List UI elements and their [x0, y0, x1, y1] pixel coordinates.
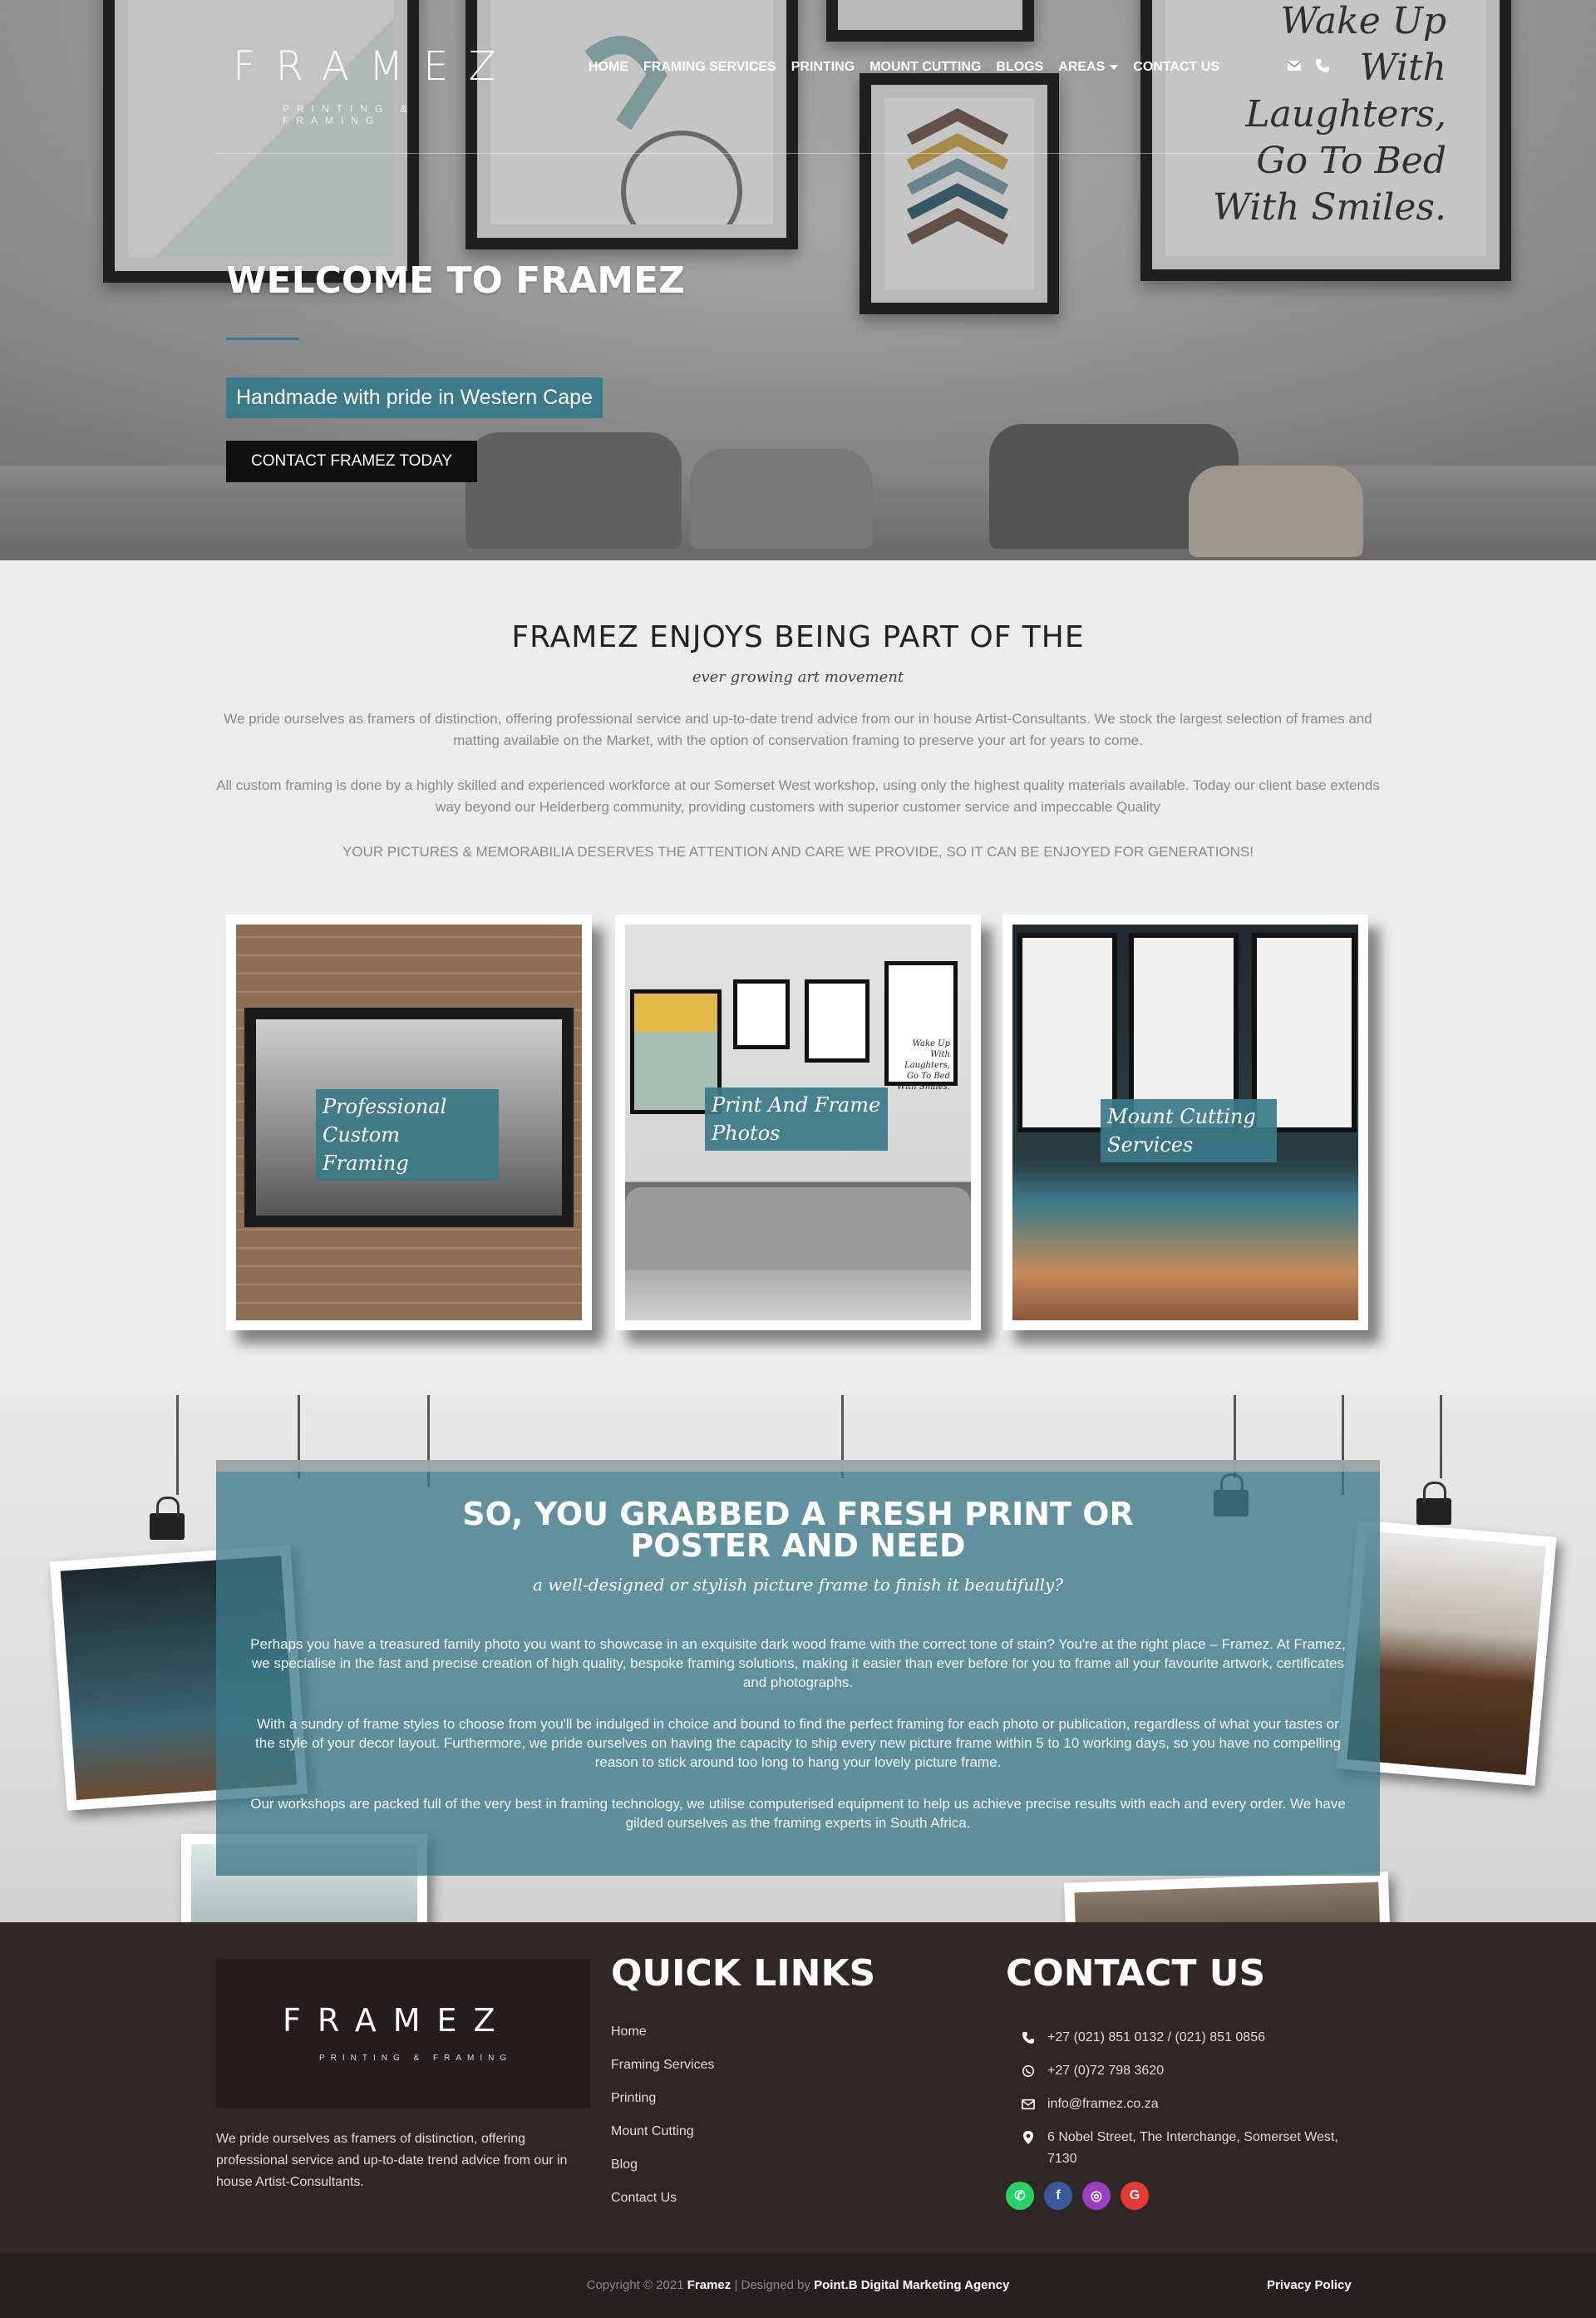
envelope-icon: [1017, 2094, 1039, 2115]
footer-logo[interactable]: FRAMEZ PRINTING & FRAMING: [216, 1959, 590, 2108]
designed-by: | Designed by: [734, 2278, 810, 2292]
copyright-brand[interactable]: Framez: [687, 2278, 732, 2292]
contact-address-text: 6 Nobel Street, The Interchange, Somerse…: [1047, 2130, 1338, 2166]
footer-link-contact-us[interactable]: Contact Us: [611, 2182, 714, 2215]
footer-link-home[interactable]: Home: [611, 2015, 714, 2049]
nav-printing[interactable]: PRINTING: [791, 60, 855, 75]
nav-home[interactable]: HOME: [589, 60, 628, 75]
envelope-icon[interactable]: [1287, 58, 1302, 73]
contact-whatsapp[interactable]: +27 (0)72 798 3620: [1017, 2060, 1367, 2082]
intro-title: FRAMEZ ENJOYS BEING PART OF THE: [511, 620, 1085, 654]
agency-link[interactable]: Point.B Digital Marketing Agency: [814, 2278, 1009, 2292]
contact-email-text: info@framez.co.za: [1047, 2097, 1159, 2111]
main-nav: HOME FRAMING SERVICES PRINTING MOUNT CUT…: [589, 60, 1234, 75]
whatsapp-icon: [1017, 2060, 1039, 2082]
nav-framing-services[interactable]: FRAMING SERVICES: [643, 60, 776, 75]
footer-link-framing-services[interactable]: Framing Services: [611, 2049, 714, 2082]
nav-contact-us[interactable]: CONTACT US: [1133, 60, 1219, 75]
intro-paragraph: YOUR PICTURES & MEMORABILIA DESERVES THE…: [342, 844, 1254, 860]
service-card-label: Professional Custom Framing: [316, 1089, 499, 1181]
footer-about: We pride ourselves as framers of distinc…: [216, 2132, 568, 2189]
footer-link-printing[interactable]: Printing: [611, 2082, 714, 2115]
promo-paragraph: Our workshops are packed full of the ver…: [250, 1796, 1346, 1831]
service-card-image: Mount Cutting Services: [1012, 925, 1358, 1320]
intro-subtitle: ever growing art movement: [692, 668, 904, 686]
contact-phone-text: +27 (021) 851 0132 / (021) 851 0856: [1047, 2030, 1265, 2044]
service-card-label: Mount Cutting Services: [1101, 1099, 1277, 1162]
footer-link-mount-cutting[interactable]: Mount Cutting: [611, 2115, 714, 2148]
service-card-label: Print And Frame Photos: [705, 1087, 888, 1151]
nav-areas-label: AREAS: [1058, 60, 1106, 74]
phone-icon: [1017, 2027, 1039, 2049]
instagram-icon[interactable]: ◎: [1082, 2182, 1111, 2210]
contact-details: +27 (021) 851 0132 / (021) 851 0856 +27 …: [1017, 2027, 1367, 2182]
binder-clip-icon: [150, 1497, 185, 1540]
quick-links-title: QUICK LINKS: [611, 1952, 876, 1995]
service-card-custom-framing[interactable]: Professional Custom Framing: [226, 915, 592, 1330]
chevron-down-icon: [1110, 64, 1119, 70]
nav-blogs[interactable]: BLOGS: [996, 60, 1043, 75]
footer-logo-wordmark: FRAMEZ: [283, 2002, 512, 2039]
promo-paragraph: Perhaps you have a treasured family phot…: [250, 1636, 1346, 1690]
intro-paragraph: All custom framing is done by a highly s…: [216, 777, 1380, 815]
nav-areas[interactable]: AREAS: [1058, 60, 1119, 75]
bottom-bar: Copyright © 2021 Framez | Designed by Po…: [0, 2253, 1596, 2318]
service-card-image: Wake Up With Laughters, Go To Bed With S…: [625, 925, 971, 1320]
footer-link-blog[interactable]: Blog: [611, 2148, 714, 2182]
contact-address: 6 Nobel Street, The Interchange, Somerse…: [1017, 2127, 1367, 2170]
logo-tagline: PRINTING & FRAMING: [283, 103, 415, 126]
promo-paragraph: With a sundry of frame styles to choose …: [255, 1716, 1341, 1770]
copyright: Copyright © 2021 Framez | Designed by Po…: [0, 2278, 1596, 2292]
contact-phone[interactable]: +27 (021) 851 0132 / (021) 851 0856: [1017, 2027, 1367, 2049]
hero-section: Wake Up With Laughters, Go To Bed With S…: [0, 0, 1596, 560]
logo-wordmark: FRAMEZ: [233, 43, 516, 90]
nav-mount-cutting[interactable]: MOUNT CUTTING: [869, 60, 981, 75]
contact-cta-button[interactable]: CONTACT FRAMEZ TODAY: [226, 441, 478, 482]
social-links: ✆ f ◎ G: [1006, 2182, 1149, 2210]
intro-paragraph: We pride ourselves as framers of distinc…: [224, 711, 1372, 748]
hero-title: WELCOME TO FRAMEZ: [226, 259, 685, 302]
hero-accent-line: [226, 338, 299, 340]
map-pin-icon: [1017, 2127, 1039, 2148]
service-card-print-frame[interactable]: Wake Up With Laughters, Go To Bed With S…: [615, 915, 981, 1330]
contact-whatsapp-text: +27 (0)72 798 3620: [1047, 2064, 1165, 2078]
promo-title: SO, YOU GRABBED A FRESH PRINT OR POSTER …: [216, 1498, 1380, 1561]
binder-clip-icon: [1416, 1482, 1451, 1525]
whatsapp-icon[interactable]: ✆: [1006, 2182, 1034, 2210]
footer: FRAMEZ PRINTING & FRAMING We pride ourse…: [0, 1922, 1596, 2253]
intro-section: FRAMEZ ENJOYS BEING PART OF THE ever gro…: [0, 560, 1596, 1395]
hero-tagline: Handmade with pride in Western Cape: [226, 377, 603, 418]
service-card-image: Professional Custom Framing: [236, 925, 582, 1320]
promo-subtitle: a well-designed or stylish picture frame…: [532, 1575, 1064, 1595]
hanging-photo: [1064, 1872, 1392, 1922]
contact-email[interactable]: info@framez.co.za: [1017, 2094, 1367, 2115]
site-logo[interactable]: FRAMEZ PRINTING & FRAMING: [233, 43, 515, 126]
google-icon[interactable]: G: [1121, 2182, 1149, 2210]
phone-icon[interactable]: [1315, 58, 1330, 73]
copyright-prefix: Copyright © 2021: [586, 2278, 684, 2292]
contact-title: CONTACT US: [1006, 1952, 1266, 1995]
footer-logo-tagline: PRINTING & FRAMING: [319, 2054, 513, 2063]
facebook-icon[interactable]: f: [1044, 2182, 1072, 2210]
service-card-mount-cutting[interactable]: Mount Cutting Services: [1002, 915, 1368, 1330]
quick-links-list: Home Framing Services Printing Mount Cut…: [611, 2015, 714, 2215]
privacy-policy-link[interactable]: Privacy Policy: [1267, 2278, 1352, 2292]
print-art-quote: Wake Up With Laughters, Go To Bed With S…: [884, 961, 958, 1092]
header-divider: [216, 153, 1380, 154]
promo-title-line: POSTER AND NEED: [630, 1527, 966, 1564]
promo-section: SO, YOU GRABBED A FRESH PRINT OR POSTER …: [0, 1395, 1596, 1922]
nav-icons: [1287, 58, 1330, 73]
